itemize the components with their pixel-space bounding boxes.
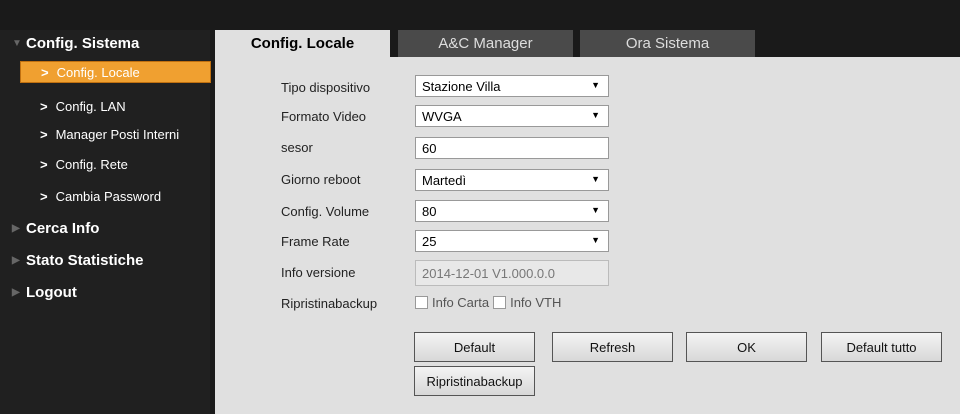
section-cerca-info[interactable]: ▶ Cerca Info — [12, 220, 100, 237]
section-label: Cerca Info — [26, 220, 100, 237]
label-formato-video: Formato Video — [281, 109, 367, 124]
tab-label: Ora Sistema — [625, 35, 710, 52]
triangle-down-icon: ▼ — [12, 38, 22, 49]
select-value: Martedì — [422, 172, 467, 188]
chevron-right-icon: > — [41, 64, 49, 80]
dropdown-arrow-icon: ▼ — [591, 174, 600, 184]
default-button[interactable]: Default — [414, 332, 535, 362]
input-info-versione: 2014-12-01 V1.000.0.0 — [415, 260, 609, 286]
chevron-right-icon: > — [40, 126, 48, 142]
checkbox-label: Info Carta — [432, 295, 490, 310]
sidebar-item-cambia-password[interactable]: > Cambia Password — [20, 185, 220, 207]
sidebar-item-label: Config. Rete — [55, 156, 128, 172]
sidebar: ▼ Config. Sistema > Config. Locale > Con… — [0, 0, 960, 414]
sidebar-item-label: Config. Locale — [56, 64, 140, 80]
label-giorno-reboot: Giorno reboot — [281, 172, 361, 187]
top-bar — [0, 0, 960, 30]
checkbox-info-carta[interactable] — [415, 296, 428, 309]
refresh-button[interactable]: Refresh — [552, 332, 673, 362]
main-panel: Tipo dispositivo Stazione Villa ▼ Format… — [215, 57, 960, 414]
triangle-right-icon: ▶ — [12, 287, 20, 298]
button-label: Ripristinabackup — [426, 373, 523, 389]
label-tipo-dispositivo: Tipo dispositivo — [281, 80, 371, 95]
ok-button[interactable]: OK — [686, 332, 807, 362]
label-sesor: sesor — [281, 140, 313, 155]
button-label: Default tutto — [846, 339, 917, 355]
label-config-volume: Config. Volume — [281, 204, 370, 219]
input-sesor[interactable]: 60 — [415, 137, 609, 159]
checkbox-label: Info VTH — [510, 295, 562, 310]
default-tutto-button[interactable]: Default tutto — [821, 332, 942, 362]
triangle-right-icon: ▶ — [12, 255, 20, 266]
input-value: 2014-12-01 V1.000.0.0 — [422, 265, 555, 281]
checkbox-group: Info Carta Info VTH — [415, 295, 561, 310]
section-label: Logout — [26, 284, 77, 301]
tab-label: A&C Manager — [438, 35, 533, 52]
select-value: 80 — [422, 203, 437, 219]
sidebar-item-label: Config. LAN — [55, 98, 126, 114]
label-ripristinabackup: Ripristinabackup — [281, 296, 378, 311]
tab-ac-manager[interactable]: A&C Manager — [398, 30, 573, 57]
select-formato-video[interactable]: WVGA ▼ — [415, 105, 609, 127]
section-label: Stato Statistiche — [26, 252, 144, 269]
section-config-sistema[interactable]: ▼ Config. Sistema — [12, 35, 140, 52]
tab-label: Config. Locale — [250, 35, 355, 52]
select-giorno-reboot[interactable]: Martedì ▼ — [415, 169, 609, 191]
label-info-versione: Info versione — [281, 265, 356, 280]
chevron-right-icon: > — [40, 156, 48, 172]
dropdown-arrow-icon: ▼ — [591, 80, 600, 90]
chevron-right-icon: > — [40, 98, 48, 114]
dropdown-arrow-icon: ▼ — [591, 110, 600, 120]
section-label: Config. Sistema — [26, 35, 140, 52]
tab-config-locale[interactable]: Config. Locale — [215, 30, 390, 57]
select-config-volume[interactable]: 80 ▼ — [415, 200, 609, 222]
section-logout[interactable]: ▶ Logout — [12, 284, 77, 301]
sidebar-item-config-lan[interactable]: > Config. LAN — [20, 95, 220, 117]
triangle-right-icon: ▶ — [12, 223, 20, 234]
sidebar-item-label: Cambia Password — [55, 188, 162, 204]
button-label: Default — [453, 339, 496, 355]
dropdown-arrow-icon: ▼ — [591, 205, 600, 215]
checkbox-info-vth[interactable] — [493, 296, 507, 309]
select-tipo-dispositivo[interactable]: Stazione Villa ▼ — [415, 75, 609, 97]
section-stato-statistiche[interactable]: ▶ Stato Statistiche — [12, 252, 144, 269]
sidebar-item-label: Manager Posti Interni — [55, 126, 180, 142]
select-value: 25 — [422, 233, 437, 249]
sidebar-item-config-locale[interactable]: > Config. Locale — [20, 61, 211, 83]
label-frame-rate: Frame Rate — [281, 234, 350, 249]
sidebar-item-manager-posti[interactable]: > Manager Posti Interni — [20, 123, 220, 145]
input-value: 60 — [422, 140, 437, 156]
sidebar-item-config-rete[interactable]: > Config. Rete — [20, 153, 220, 175]
select-value: WVGA — [422, 108, 462, 124]
select-value: Stazione Villa — [422, 78, 501, 94]
button-label: Refresh — [589, 339, 636, 355]
button-label: OK — [737, 339, 756, 355]
chevron-right-icon: > — [40, 188, 48, 204]
tab-ora-sistema[interactable]: Ora Sistema — [580, 30, 755, 57]
ripristinabackup-button[interactable]: Ripristinabackup — [414, 366, 535, 396]
dropdown-arrow-icon: ▼ — [591, 235, 600, 245]
select-frame-rate[interactable]: 25 ▼ — [415, 230, 609, 252]
